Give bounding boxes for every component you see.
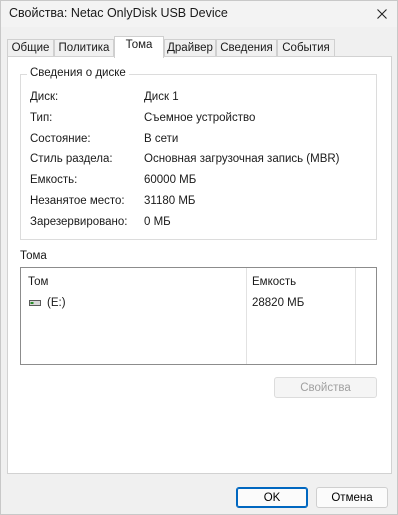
unallocated-value: 31180 МБ [144, 195, 196, 207]
partition-style-value: Основная загрузочная запись (MBR) [144, 153, 340, 165]
drive-icon [29, 300, 41, 306]
cancel-button[interactable]: Отмена [316, 487, 388, 508]
volumes-list[interactable]: Том Емкость (E:) 28820 МБ [20, 267, 377, 365]
column-divider [246, 268, 247, 364]
window-title: Свойства: Netac OnlyDisk USB Device [9, 6, 228, 20]
volume-capacity: 28820 МБ [252, 297, 305, 309]
tab-policy[interactable]: Политика [54, 39, 114, 57]
status-label: Состояние: [30, 133, 91, 145]
reserved-label: Зарезервировано: [30, 216, 128, 228]
tab-events[interactable]: События [277, 39, 335, 57]
type-value: Съемное устройство [144, 112, 256, 124]
ok-button[interactable]: OK [236, 487, 308, 508]
tab-strip: Общие Политика Тома Драйвер Сведения Соб… [7, 36, 391, 58]
volume-name: (E:) [47, 297, 66, 309]
capacity-label: Емкость: [30, 174, 78, 186]
tab-driver[interactable]: Драйвер [164, 39, 216, 57]
column-divider [355, 268, 356, 364]
disk-info-legend: Сведения о диске [27, 67, 129, 79]
column-header-volume[interactable]: Том [28, 276, 48, 288]
close-icon [377, 9, 387, 19]
type-label: Тип: [30, 112, 53, 124]
unallocated-label: Незанятое место: [30, 195, 125, 207]
capacity-value: 60000 МБ [144, 174, 197, 186]
partition-style-label: Стиль раздела: [30, 153, 113, 165]
tab-general[interactable]: Общие [7, 39, 54, 57]
tab-details[interactable]: Сведения [216, 39, 277, 57]
title-bar: Свойства: Netac OnlyDisk USB Device [1, 1, 397, 27]
disk-label: Диск: [30, 91, 59, 103]
column-header-capacity[interactable]: Емкость [252, 276, 296, 288]
reserved-value: 0 МБ [144, 216, 171, 228]
properties-button[interactable]: Свойства [274, 377, 377, 398]
tab-volumes[interactable]: Тома [114, 36, 164, 58]
status-value: В сети [144, 133, 179, 145]
volumes-section-label: Тома [20, 250, 47, 262]
disk-value: Диск 1 [144, 91, 179, 103]
close-button[interactable] [367, 1, 397, 27]
